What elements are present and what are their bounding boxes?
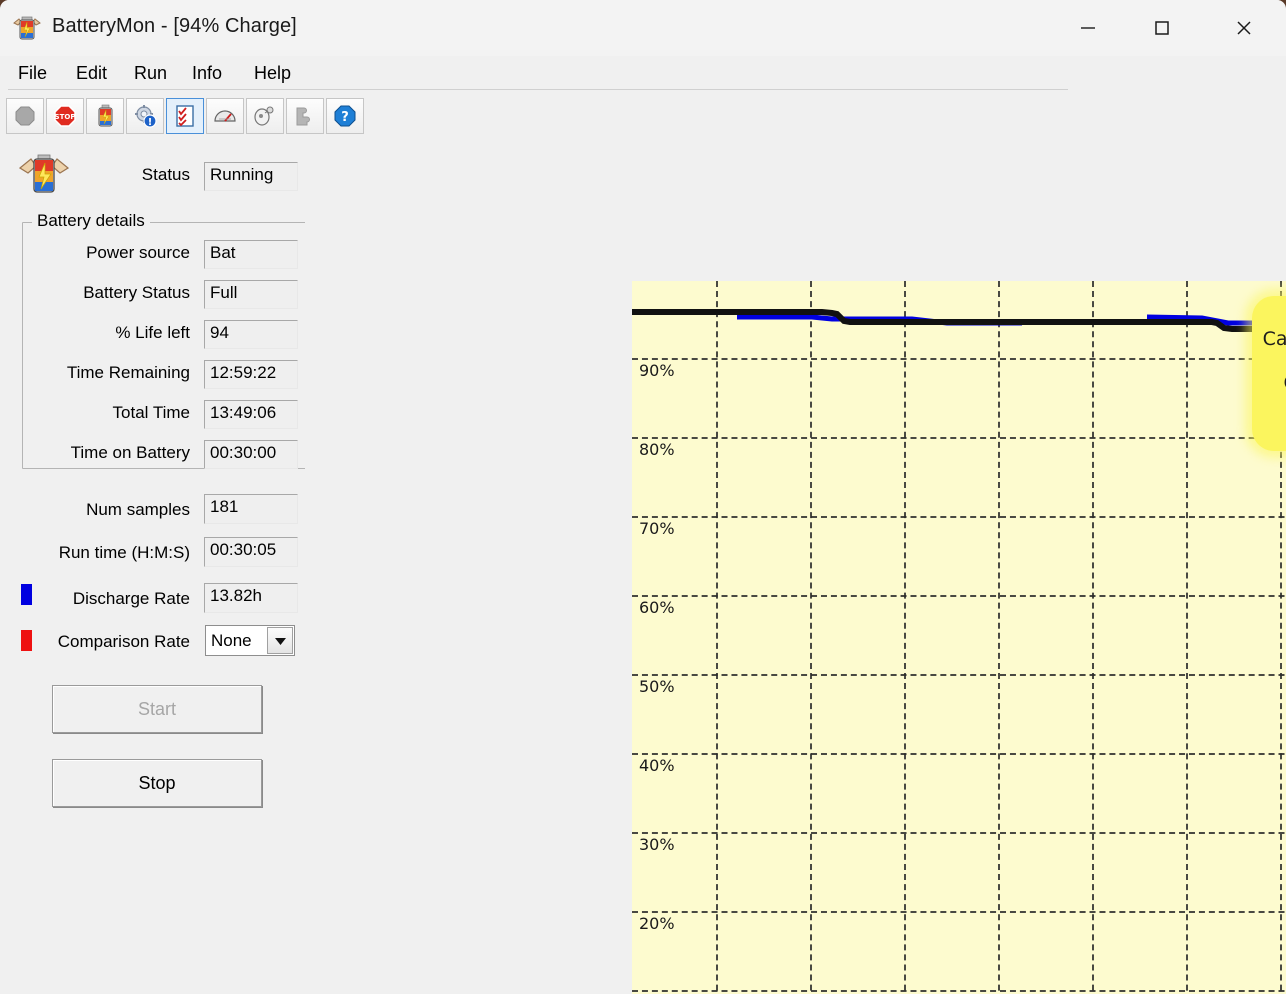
total-time-label: Total Time [112,403,190,422]
menu-item-info[interactable]: Info [186,60,228,87]
checklist-icon-button[interactable] [166,98,204,134]
life-left-value: 94 [204,320,298,349]
num-samples-value: 181 [204,494,298,524]
title-bar: BatteryMon - [94% Charge] [0,0,1286,56]
run-time-label: Run time (H:M:S) [58,543,190,562]
minimize-button[interactable] [1057,0,1119,56]
annotation-capacity-drop: Capacity drop 3421 mWh [1252,372,1286,394]
battery-muscle-icon [12,14,42,42]
menu-item-edit[interactable]: Edit [70,60,113,87]
maximize-button[interactable] [1131,0,1193,56]
life-left-label: % Life left [115,323,190,342]
record-stop-grey-icon [15,106,35,126]
battery-icon [98,104,113,127]
start-button[interactable]: Start [52,685,262,733]
time-on-battery-label: Time on Battery [70,443,190,462]
close-button[interactable] [1213,0,1275,56]
run-time-value: 00:30:05 [204,537,298,567]
stop-button[interactable]: Stop [52,759,262,807]
total-time-value: 13:49:06 [204,400,298,429]
battery-icon-button[interactable] [86,98,124,134]
svg-text:!: ! [148,117,153,128]
battery-details-title: Battery details [32,211,150,231]
menu-item-run[interactable]: Run [128,60,173,87]
chart-series-layer [632,309,1286,332]
svg-text:?: ? [341,110,349,125]
gauge-icon-button[interactable] [206,98,244,134]
chart-container: 90% 80% 70% 60% 50% 40% 30% 20% 10% 09:4… [305,136,1286,994]
time-remaining-value: 12:59:22 [204,360,298,389]
puzzle-grey-icon-button[interactable] [286,98,324,134]
comparison-rate-selected-value: None [211,630,252,650]
network-icon-button[interactable] [246,98,284,134]
svg-text:STOP: STOP [55,113,76,121]
battery-status-label: Battery Status [83,283,190,302]
toolbar-separator [8,89,1068,90]
chart-annotation-tooltip: Capacity 71378 / 76239 mWh Capacity drop… [1252,296,1286,451]
battery-chart[interactable]: 90% 80% 70% 60% 50% 40% 30% 20% 10% 09:4… [632,281,1286,994]
time-on-battery-value: 00:30:00 [204,440,298,469]
gear-info-icon-button[interactable]: ! [126,98,164,134]
status-value: Running [204,162,298,191]
num-samples-label: Num samples [86,500,190,519]
gauge-icon [214,110,236,122]
stop-sign-icon-button[interactable]: STOP [46,98,84,134]
discharge-rate-label: Discharge Rate [72,589,190,608]
power-source-value: Bat [204,240,298,269]
help-question-icon: ? [334,105,356,127]
window-title: BatteryMon - [94% Charge] [52,15,297,37]
discharge-rate-value: 13.82h [204,583,298,613]
power-source-label: Power source [86,243,190,262]
gear-info-icon: ! [135,105,157,128]
help-question-icon-button[interactable]: ? [326,98,364,134]
time-remaining-label: Time Remaining [66,363,190,382]
battery-charge-series [632,309,1286,332]
comparison-rate-select[interactable]: None [205,625,295,656]
menu-item-help[interactable]: Help [248,60,297,87]
battery-status-value: Full [204,280,298,309]
chevron-down-icon[interactable] [267,627,293,654]
menu-item-file[interactable]: File [12,60,53,87]
puzzle-grey-icon [296,107,310,126]
record-stop-grey-icon-button[interactable] [6,98,44,134]
comparison-rate-label: Comparison Rate [57,632,190,651]
annotation-discharge-rate: Discharge rate 6331 mW [1252,416,1286,438]
annotation-capacity: Capacity 71378 / 76239 mWh [1262,328,1286,350]
batterymon-window: BatteryMon - [94% Charge] File Edit Run … [0,0,1286,994]
network-icon [254,106,274,126]
checklist-icon [176,105,194,127]
stop-sign-icon: STOP [54,105,76,127]
comparison-rate-swatch [21,630,32,651]
status-label: Status [141,165,190,184]
discharge-rate-swatch [21,584,32,605]
